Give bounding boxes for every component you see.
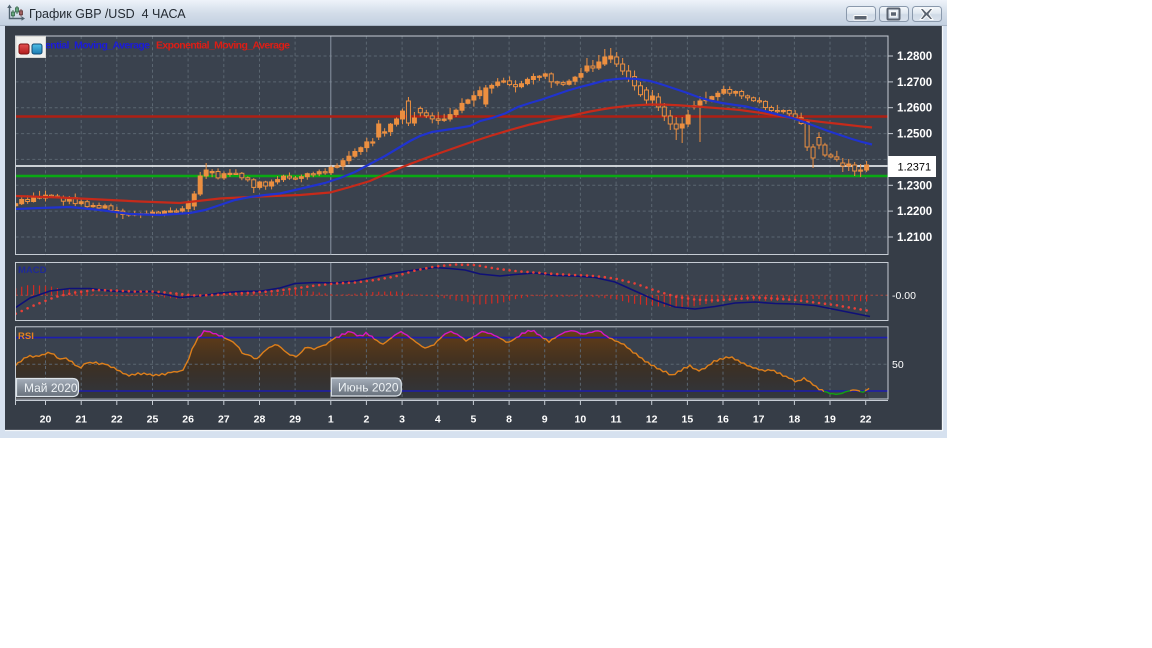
svg-text:28: 28: [254, 414, 266, 426]
svg-text:Май 2020: Май 2020: [24, 381, 78, 395]
svg-text:27: 27: [218, 414, 230, 426]
svg-text:4: 4: [435, 414, 441, 426]
svg-text:11: 11: [611, 414, 622, 426]
svg-text:19: 19: [824, 414, 836, 426]
svg-text:1.2500: 1.2500: [897, 129, 932, 141]
svg-text:22: 22: [111, 414, 123, 426]
svg-text:Exponential_Moving_Average: Exponential_Moving_Average: [156, 40, 290, 52]
svg-text:8: 8: [506, 414, 512, 426]
svg-text:MACD: MACD: [18, 265, 47, 276]
svg-text:2: 2: [363, 414, 369, 426]
svg-text:3: 3: [399, 414, 405, 426]
svg-text:RSI: RSI: [18, 331, 34, 342]
svg-text:10: 10: [575, 414, 587, 426]
svg-text:1.2300: 1.2300: [897, 180, 932, 192]
svg-text:17: 17: [753, 414, 765, 426]
svg-text:ential_Moving_Average: ential_Moving_Average: [45, 40, 150, 52]
svg-text:5: 5: [470, 414, 476, 426]
svg-text:1.2100: 1.2100: [897, 232, 932, 244]
svg-text:12: 12: [646, 414, 658, 426]
svg-text:1.2600: 1.2600: [897, 103, 932, 115]
svg-text:1.2371: 1.2371: [898, 162, 932, 174]
svg-text:9: 9: [542, 414, 548, 426]
svg-text:21: 21: [75, 414, 87, 426]
svg-text:18: 18: [789, 414, 801, 426]
svg-text:20: 20: [40, 414, 52, 426]
svg-text:1.2800: 1.2800: [897, 51, 932, 63]
svg-text:15: 15: [682, 414, 694, 426]
svg-text:22: 22: [860, 414, 872, 426]
svg-text:Июнь 2020: Июнь 2020: [338, 381, 399, 395]
svg-text:1.2200: 1.2200: [897, 206, 932, 218]
svg-text:1: 1: [328, 414, 334, 426]
svg-text:26: 26: [182, 414, 194, 426]
svg-text:25: 25: [147, 414, 159, 426]
svg-text:29: 29: [289, 414, 301, 426]
svg-text:16: 16: [717, 414, 729, 426]
svg-text:1.2700: 1.2700: [897, 77, 932, 89]
svg-text:-0.00: -0.00: [892, 290, 916, 302]
svg-text:50: 50: [892, 359, 904, 371]
svg-text:График GBP /USD 4 ЧАСА: График GBP /USD 4 ЧАСА: [29, 7, 186, 21]
